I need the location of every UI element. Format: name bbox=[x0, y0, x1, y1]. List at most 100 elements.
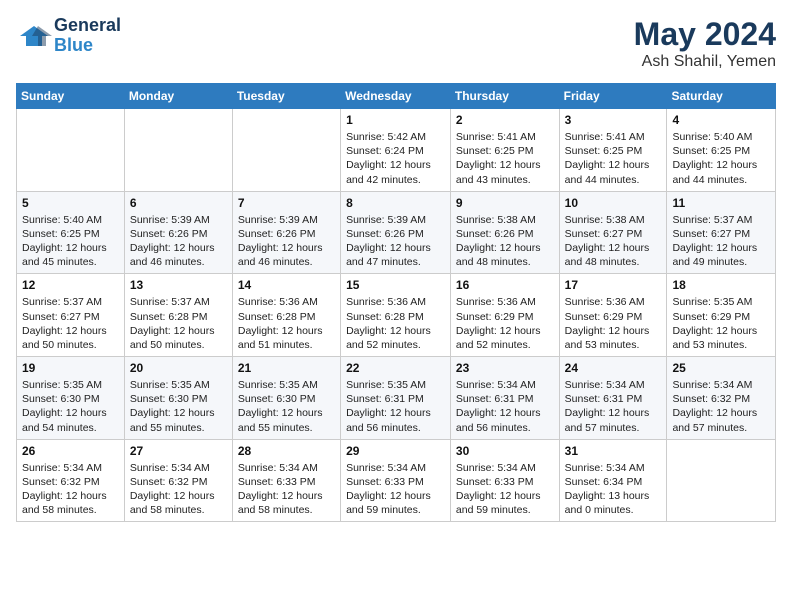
calendar-cell: 14 Sunrise: 5:36 AMSunset: 6:28 PMDayligh… bbox=[232, 274, 340, 357]
day-info: Sunrise: 5:42 AMSunset: 6:24 PMDaylight:… bbox=[346, 130, 445, 187]
day-info: Sunrise: 5:37 AMSunset: 6:27 PMDaylight:… bbox=[22, 295, 119, 352]
logo-line2: Blue bbox=[54, 36, 121, 56]
day-number: 15 bbox=[346, 278, 445, 292]
weekday-header: Saturday bbox=[667, 84, 776, 109]
day-number: 1 bbox=[346, 113, 445, 127]
weekday-header-row: SundayMondayTuesdayWednesdayThursdayFrid… bbox=[17, 84, 776, 109]
day-info: Sunrise: 5:39 AMSunset: 6:26 PMDaylight:… bbox=[238, 213, 335, 270]
day-info: Sunrise: 5:39 AMSunset: 6:26 PMDaylight:… bbox=[346, 213, 445, 270]
calendar-cell: 27Sunrise: 5:34 AMSunset: 6:32 PMDayligh… bbox=[124, 439, 232, 522]
day-info: Sunrise: 5:35 AMSunset: 6:31 PMDaylight:… bbox=[346, 378, 445, 435]
calendar-cell: 29Sunrise: 5:34 AMSunset: 6:33 PMDayligh… bbox=[341, 439, 451, 522]
day-number: 18 bbox=[672, 278, 770, 292]
calendar-cell: 8 Sunrise: 5:39 AMSunset: 6:26 PMDaylight… bbox=[341, 191, 451, 274]
day-info: Sunrise: 5:34 AMSunset: 6:33 PMDaylight:… bbox=[238, 461, 335, 518]
day-number: 3 bbox=[565, 113, 662, 127]
calendar-cell: 30 Sunrise: 5:34 AMSunset: 6:33 PMDayligh… bbox=[450, 439, 559, 522]
day-number: 22 bbox=[346, 361, 445, 375]
calendar-cell: 28 Sunrise: 5:34 AMSunset: 6:33 PMDayligh… bbox=[232, 439, 340, 522]
logo-icon bbox=[16, 22, 52, 50]
day-number: 28 bbox=[238, 444, 335, 458]
calendar-cell bbox=[232, 109, 340, 192]
calendar-cell: 4Sunrise: 5:40 AMSunset: 6:25 PMDaylight… bbox=[667, 109, 776, 192]
calendar-table: SundayMondayTuesdayWednesdayThursdayFrid… bbox=[16, 83, 776, 522]
calendar-cell bbox=[124, 109, 232, 192]
day-info: Sunrise: 5:41 AMSunset: 6:25 PMDaylight:… bbox=[565, 130, 662, 187]
calendar-week-row: 1 Sunrise: 5:42 AMSunset: 6:24 PMDaylight… bbox=[17, 109, 776, 192]
day-number: 14 bbox=[238, 278, 335, 292]
calendar-cell: 31 Sunrise: 5:34 AMSunset: 6:34 PMDayligh… bbox=[559, 439, 667, 522]
day-info: Sunrise: 5:40 AMSunset: 6:25 PMDaylight:… bbox=[22, 213, 119, 270]
day-number: 8 bbox=[346, 196, 445, 210]
day-number: 26 bbox=[22, 444, 119, 458]
day-number: 11 bbox=[672, 196, 770, 210]
title-block: May 2024 Ash Shahil, Yemen bbox=[634, 16, 776, 71]
day-info: Sunrise: 5:34 AMSunset: 6:33 PMDaylight:… bbox=[456, 461, 554, 518]
day-info: Sunrise: 5:34 AMSunset: 6:33 PMDaylight:… bbox=[346, 461, 445, 518]
day-info: Sunrise: 5:35 AMSunset: 6:29 PMDaylight:… bbox=[672, 295, 770, 352]
day-number: 7 bbox=[238, 196, 335, 210]
day-number: 2 bbox=[456, 113, 554, 127]
day-info: Sunrise: 5:36 AMSunset: 6:28 PMDaylight:… bbox=[238, 295, 335, 352]
day-info: Sunrise: 5:41 AMSunset: 6:25 PMDaylight:… bbox=[456, 130, 554, 187]
calendar-cell: 22 Sunrise: 5:35 AMSunset: 6:31 PMDayligh… bbox=[341, 357, 451, 440]
weekday-header: Friday bbox=[559, 84, 667, 109]
day-info: Sunrise: 5:37 AMSunset: 6:27 PMDaylight:… bbox=[672, 213, 770, 270]
calendar-cell: 2 Sunrise: 5:41 AMSunset: 6:25 PMDaylight… bbox=[450, 109, 559, 192]
day-number: 24 bbox=[565, 361, 662, 375]
calendar-cell: 3 Sunrise: 5:41 AMSunset: 6:25 PMDaylight… bbox=[559, 109, 667, 192]
weekday-header: Sunday bbox=[17, 84, 125, 109]
calendar-cell: 16 Sunrise: 5:36 AMSunset: 6:29 PMDayligh… bbox=[450, 274, 559, 357]
calendar-cell: 25 Sunrise: 5:34 AMSunset: 6:32 PMDayligh… bbox=[667, 357, 776, 440]
calendar-cell: 18 Sunrise: 5:35 AMSunset: 6:29 PMDayligh… bbox=[667, 274, 776, 357]
day-info: Sunrise: 5:37 AMSunset: 6:28 PMDaylight:… bbox=[130, 295, 227, 352]
weekday-header: Monday bbox=[124, 84, 232, 109]
logo: General Blue bbox=[16, 16, 121, 56]
calendar-cell: 17Sunrise: 5:36 AMSunset: 6:29 PMDayligh… bbox=[559, 274, 667, 357]
calendar-week-row: 19 Sunrise: 5:35 AMSunset: 6:30 PMDayligh… bbox=[17, 357, 776, 440]
calendar-cell: 9Sunrise: 5:38 AMSunset: 6:26 PMDaylight… bbox=[450, 191, 559, 274]
location-title: Ash Shahil, Yemen bbox=[634, 53, 776, 71]
day-number: 31 bbox=[565, 444, 662, 458]
day-number: 25 bbox=[672, 361, 770, 375]
day-number: 4 bbox=[672, 113, 770, 127]
day-info: Sunrise: 5:36 AMSunset: 6:28 PMDaylight:… bbox=[346, 295, 445, 352]
day-info: Sunrise: 5:34 AMSunset: 6:31 PMDaylight:… bbox=[565, 378, 662, 435]
day-number: 16 bbox=[456, 278, 554, 292]
calendar-cell: 12 Sunrise: 5:37 AMSunset: 6:27 PMDayligh… bbox=[17, 274, 125, 357]
calendar-cell: 24 Sunrise: 5:34 AMSunset: 6:31 PMDayligh… bbox=[559, 357, 667, 440]
day-info: Sunrise: 5:38 AMSunset: 6:27 PMDaylight:… bbox=[565, 213, 662, 270]
day-number: 19 bbox=[22, 361, 119, 375]
calendar-cell: 20Sunrise: 5:35 AMSunset: 6:30 PMDayligh… bbox=[124, 357, 232, 440]
day-info: Sunrise: 5:36 AMSunset: 6:29 PMDaylight:… bbox=[456, 295, 554, 352]
day-number: 12 bbox=[22, 278, 119, 292]
day-info: Sunrise: 5:38 AMSunset: 6:26 PMDaylight:… bbox=[456, 213, 554, 270]
calendar-cell bbox=[667, 439, 776, 522]
day-number: 17 bbox=[565, 278, 662, 292]
day-info: Sunrise: 5:35 AMSunset: 6:30 PMDaylight:… bbox=[22, 378, 119, 435]
day-info: Sunrise: 5:34 AMSunset: 6:34 PMDaylight:… bbox=[565, 461, 662, 518]
weekday-header: Wednesday bbox=[341, 84, 451, 109]
day-info: Sunrise: 5:34 AMSunset: 6:32 PMDaylight:… bbox=[672, 378, 770, 435]
day-number: 30 bbox=[456, 444, 554, 458]
calendar-cell: 1 Sunrise: 5:42 AMSunset: 6:24 PMDaylight… bbox=[341, 109, 451, 192]
month-title: May 2024 bbox=[634, 16, 776, 53]
day-number: 5 bbox=[22, 196, 119, 210]
weekday-header: Thursday bbox=[450, 84, 559, 109]
page-header: General Blue May 2024 Ash Shahil, Yemen bbox=[16, 16, 776, 71]
calendar-cell: 11 Sunrise: 5:37 AMSunset: 6:27 PMDayligh… bbox=[667, 191, 776, 274]
calendar-cell: 26Sunrise: 5:34 AMSunset: 6:32 PMDayligh… bbox=[17, 439, 125, 522]
day-info: Sunrise: 5:34 AMSunset: 6:32 PMDaylight:… bbox=[130, 461, 227, 518]
calendar-cell: 23Sunrise: 5:34 AMSunset: 6:31 PMDayligh… bbox=[450, 357, 559, 440]
day-info: Sunrise: 5:35 AMSunset: 6:30 PMDaylight:… bbox=[130, 378, 227, 435]
calendar-cell bbox=[17, 109, 125, 192]
logo-text: General Blue bbox=[54, 16, 121, 56]
day-info: Sunrise: 5:35 AMSunset: 6:30 PMDaylight:… bbox=[238, 378, 335, 435]
day-info: Sunrise: 5:39 AMSunset: 6:26 PMDaylight:… bbox=[130, 213, 227, 270]
day-number: 23 bbox=[456, 361, 554, 375]
calendar-week-row: 12 Sunrise: 5:37 AMSunset: 6:27 PMDayligh… bbox=[17, 274, 776, 357]
day-number: 10 bbox=[565, 196, 662, 210]
calendar-cell: 21Sunrise: 5:35 AMSunset: 6:30 PMDayligh… bbox=[232, 357, 340, 440]
weekday-header: Tuesday bbox=[232, 84, 340, 109]
day-number: 6 bbox=[130, 196, 227, 210]
